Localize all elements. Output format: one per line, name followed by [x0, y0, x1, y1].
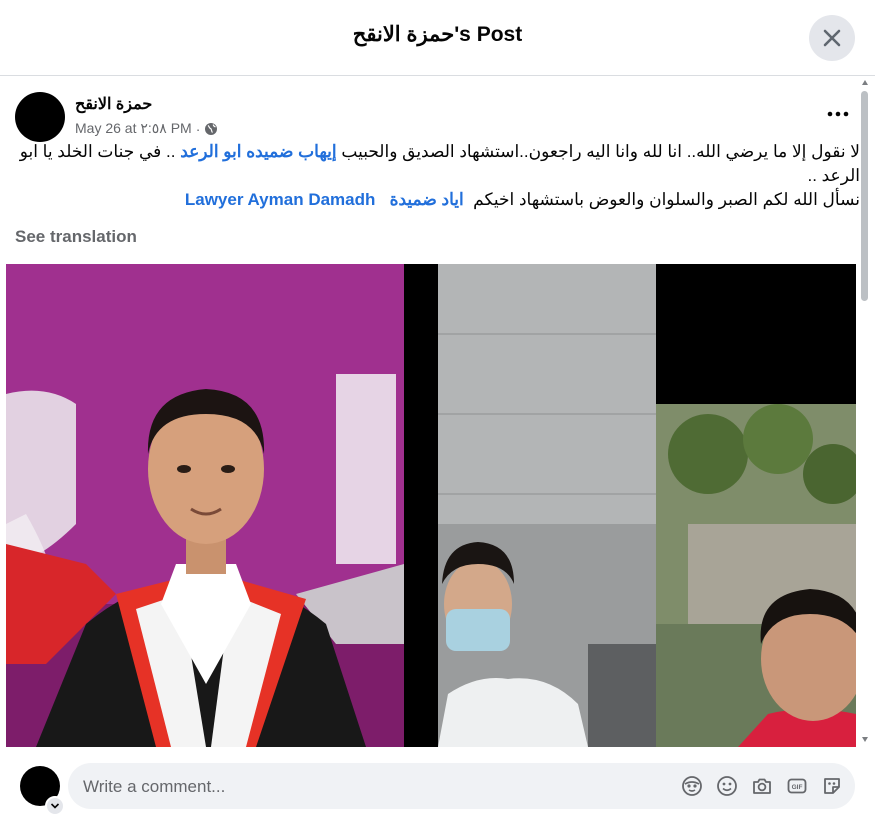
- mention-ihab[interactable]: إيهاب ضميده ابو الرعد: [180, 142, 336, 161]
- gif-button[interactable]: GIF: [784, 773, 810, 799]
- comment-placeholder: Write a comment...: [83, 777, 226, 796]
- scrollbar-thumb[interactable]: [861, 91, 868, 301]
- gif-icon: GIF: [787, 778, 807, 794]
- comment-bar: Write a comment... GIF: [0, 747, 875, 832]
- emoji-button[interactable]: [714, 773, 740, 799]
- sticker-button[interactable]: [819, 773, 845, 799]
- camera-icon: [753, 778, 771, 794]
- scrollbar[interactable]: [859, 77, 871, 747]
- mention-ayman[interactable]: Lawyer Ayman Damadh: [185, 190, 376, 209]
- account-switch-button[interactable]: [45, 796, 65, 816]
- close-icon: [823, 29, 841, 47]
- meta-separator: ·: [195, 120, 201, 137]
- more-dots-icon: [827, 111, 849, 117]
- avatar-sticker-button[interactable]: [679, 773, 705, 799]
- post-meta: May 26 at ٢:٥٨ PM ·: [75, 120, 218, 137]
- post-content: حمزة الانقح May 26 at ٢:٥٨ PM · لا نقول …: [0, 76, 875, 747]
- photo-graduate[interactable]: [6, 264, 404, 747]
- sticker-icon: [824, 778, 840, 794]
- post-text-line1: لا نقول إلا ما يرضي الله.. انا لله وانا …: [15, 140, 860, 188]
- collage-image: [438, 264, 856, 747]
- graduate-image: [6, 264, 404, 747]
- mention-iyad[interactable]: اياد ضميدة: [390, 190, 464, 209]
- avatar-sticker-icon: [682, 776, 702, 796]
- comment-input[interactable]: Write a comment... GIF: [68, 763, 855, 809]
- emoji-icon: [717, 776, 737, 796]
- globe-icon[interactable]: [204, 122, 218, 136]
- post-date[interactable]: May 26 at ٢:٥٨ PM: [75, 120, 192, 137]
- scroll-up-icon[interactable]: [862, 80, 868, 85]
- see-translation-link[interactable]: See translation: [15, 227, 137, 247]
- post-text-segment: لا نقول إلا ما يرضي الله.. انا لله وانا …: [341, 142, 860, 161]
- dialog-title: حمزة الانقح's Post: [352, 23, 523, 46]
- author-name[interactable]: حمزة الانقح: [75, 94, 152, 114]
- photo-doctor-collage[interactable]: [438, 264, 856, 747]
- chevron-down-icon: [50, 803, 60, 809]
- post-text-segment: نسأل الله لكم الصبر والسلوان والعوض باست…: [473, 190, 860, 209]
- camera-button[interactable]: [749, 773, 775, 799]
- more-options-button[interactable]: [822, 102, 854, 126]
- post-text: لا نقول إلا ما يرضي الله.. انا لله وانا …: [15, 140, 860, 212]
- dialog-header: حمزة الانقح's Post: [0, 0, 875, 76]
- scroll-down-icon[interactable]: [862, 737, 868, 742]
- post-photos: [6, 264, 856, 747]
- author-avatar[interactable]: [15, 92, 65, 142]
- close-button[interactable]: [809, 15, 855, 61]
- post-text-line2: نسأل الله لكم الصبر والسلوان والعوض باست…: [15, 188, 860, 212]
- svg-text:GIF: GIF: [792, 784, 803, 791]
